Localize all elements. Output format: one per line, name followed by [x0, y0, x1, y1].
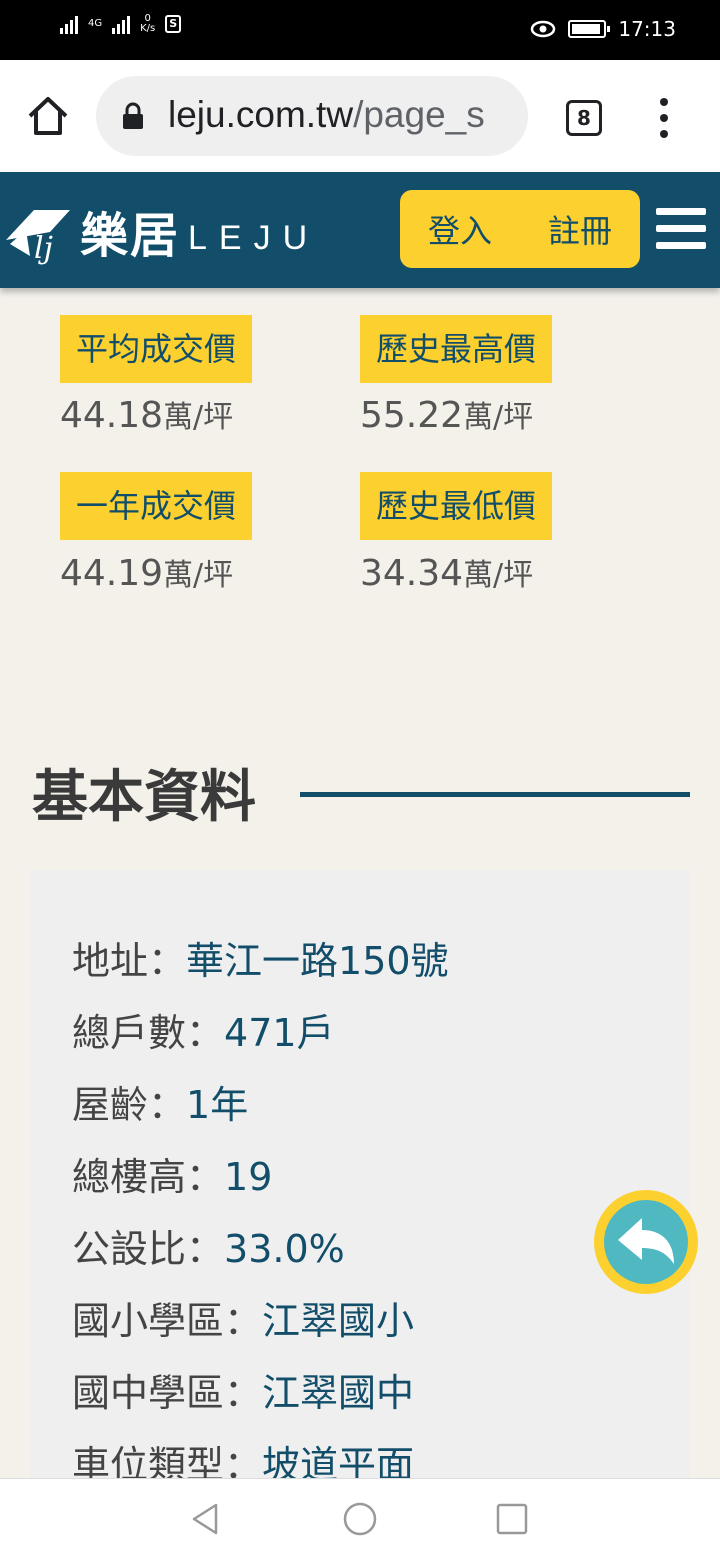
signal-icon	[60, 14, 78, 34]
avg-price-number: 44.18	[60, 395, 164, 436]
more-vert-icon[interactable]	[652, 98, 676, 138]
hist-high-label: 歷史最高價	[360, 315, 553, 383]
avg-price-value: 44.18萬/坪	[60, 392, 233, 436]
back-fab-button[interactable]	[594, 1190, 698, 1294]
address-bar[interactable]: leju.com.tw/page_s	[96, 76, 528, 156]
recents-square-icon[interactable]	[494, 1501, 530, 1537]
avg-price-unit: 萬/坪	[163, 400, 234, 435]
info-label: 屋齡：	[72, 1083, 187, 1127]
auth-box: 登入 註冊	[400, 190, 640, 268]
hist-high-value: 55.22萬/坪	[360, 392, 533, 436]
section-divider	[300, 792, 690, 797]
url-path: /page_s	[353, 94, 485, 135]
info-label: 總樓高：	[72, 1155, 225, 1199]
info-label: 國中學區：	[72, 1371, 263, 1415]
shopping-bag-icon: S	[165, 15, 182, 33]
year-price-value: 44.19萬/坪	[60, 550, 233, 594]
year-price-unit: 萬/坪	[163, 558, 234, 593]
info-row-elementary: 國小學區：江翠國小	[72, 1290, 414, 1345]
back-triangle-icon[interactable]	[188, 1501, 224, 1537]
login-button[interactable]: 登入	[428, 206, 492, 252]
info-value: 江翠國中	[262, 1371, 415, 1415]
lock-icon	[123, 102, 143, 129]
info-row-age: 屋齡：1年	[72, 1074, 248, 1129]
svg-text:lj: lj	[34, 231, 53, 266]
leju-logo[interactable]: lj 樂居 LEJU	[0, 196, 319, 266]
avg-price-label: 平均成交價	[60, 315, 253, 383]
logo-text-cn: 樂居	[80, 208, 181, 264]
logo-mark-icon: lj	[6, 210, 70, 266]
net-speed: 0 K/s	[140, 14, 155, 34]
info-row-address: 地址：華江一路150號	[72, 930, 449, 985]
hist-low-label: 歷史最低價	[360, 472, 553, 540]
info-label: 國小學區：	[72, 1299, 263, 1343]
home-icon[interactable]	[26, 94, 70, 138]
status-bar: 4G 0 K/s S 17:13	[0, 0, 720, 60]
eye-icon	[531, 20, 556, 38]
net-speed-unit: K/s	[140, 23, 156, 34]
hist-low-number: 34.34	[360, 553, 464, 594]
info-value: 33.0%	[224, 1227, 345, 1271]
hist-high-unit: 萬/坪	[463, 400, 534, 435]
logo-text-en: LEJU	[188, 218, 320, 257]
info-label: 公設比：	[72, 1227, 225, 1271]
info-value: 華江一路150號	[186, 939, 449, 983]
year-price-number: 44.19	[60, 553, 164, 594]
system-nav-bar	[0, 1478, 720, 1560]
browser-toolbar: leju.com.tw/page_s 8	[0, 60, 720, 172]
hist-low-unit: 萬/坪	[463, 558, 534, 593]
hist-low-value: 34.34萬/坪	[360, 550, 533, 594]
home-circle-icon[interactable]	[342, 1501, 378, 1537]
status-left: 4G 0 K/s S	[60, 14, 182, 34]
register-button[interactable]: 註冊	[548, 206, 612, 252]
section-title: 基本資料	[32, 765, 256, 830]
url-text: leju.com.tw/page_s	[168, 94, 485, 136]
signal-icon-2	[112, 14, 131, 34]
site-header: lj 樂居 LEJU 登入 註冊	[0, 172, 720, 288]
tab-switcher-button[interactable]: 8	[566, 100, 602, 136]
info-value: 江翠國小	[262, 1299, 415, 1343]
network-type: 4G	[88, 18, 103, 29]
info-row-junior-high: 國中學區：江翠國中	[72, 1362, 414, 1417]
info-row-floors: 總樓高：19	[72, 1146, 272, 1201]
fab-inner	[604, 1200, 688, 1284]
battery-icon	[568, 20, 611, 38]
reply-arrow-icon	[618, 1218, 674, 1264]
clock: 17:13	[618, 17, 676, 41]
hist-high-number: 55.22	[360, 395, 464, 436]
status-right: 17:13	[530, 17, 676, 41]
info-label: 總戶數：	[72, 1011, 225, 1055]
info-value: 19	[224, 1155, 273, 1199]
hamburger-icon[interactable]	[656, 208, 706, 250]
info-value: 1年	[186, 1083, 249, 1127]
info-value: 471戶	[224, 1011, 335, 1055]
info-row-public-ratio: 公設比：33.0%	[72, 1218, 345, 1273]
url-host: leju.com.tw	[168, 94, 354, 135]
info-label: 地址：	[72, 939, 187, 983]
year-price-label: 一年成交價	[60, 472, 253, 540]
info-row-households: 總戶數：471戶	[72, 1002, 335, 1057]
